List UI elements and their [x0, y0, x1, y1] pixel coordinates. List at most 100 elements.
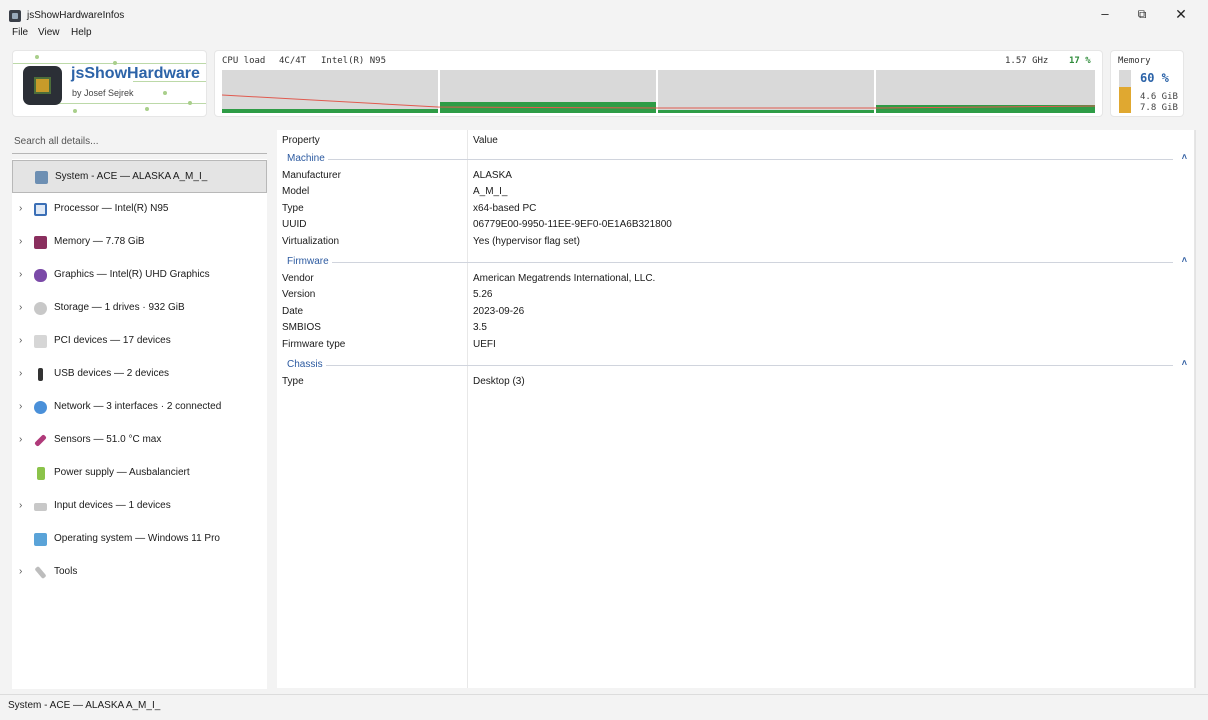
property-name: Manufacturer: [282, 170, 341, 181]
memory-percent: 60 %: [1140, 71, 1169, 85]
storage-icon: [34, 302, 47, 315]
tree-item-input[interactable]: › Input devices — 1 devices: [12, 490, 267, 523]
menu-bar: File View Help: [0, 26, 1208, 42]
close-button[interactable]: ✕: [1163, 3, 1199, 25]
memory-total: 7.8 GiB: [1140, 103, 1178, 113]
property-value: 3.5: [473, 322, 487, 333]
cpu-load-label: CPU load: [222, 56, 266, 66]
property-value: 06779E00-9950-11EE-9EF0-0E1A6B321800: [473, 219, 672, 230]
category-tree: System - ACE — ALASKA A_M_I_ › Processor…: [12, 159, 267, 689]
section-title: Machine: [287, 153, 328, 164]
menu-view[interactable]: View: [38, 27, 60, 38]
collapse-icon[interactable]: ˄: [1182, 358, 1187, 368]
app-name: jsShowHardware: [71, 65, 200, 82]
status-text: System - ACE — ALASKA A_M_I_: [8, 700, 161, 711]
chevron-right-icon: ›: [19, 401, 23, 412]
memory-icon: [34, 236, 47, 249]
cpu-model: Intel(R) N95: [321, 56, 387, 66]
property-value: UEFI: [473, 339, 496, 350]
property-name: Firmware type: [282, 339, 346, 350]
collapse-icon[interactable]: ˄: [1182, 255, 1187, 265]
tree-item-label: Operating system — Windows 11 Pro: [54, 533, 220, 544]
menu-help[interactable]: Help: [71, 27, 92, 38]
property-value: Yes (hypervisor flag set): [473, 236, 580, 247]
tree-item-label: System - ACE — ALASKA A_M_I_: [55, 171, 208, 182]
memory-usage-bar: [1119, 70, 1131, 113]
tree-item-label: Sensors — 51.0 °C max: [54, 434, 162, 445]
tree-item-os[interactable]: Operating system — Windows 11 Pro: [12, 523, 267, 556]
memory-used: 4.6 GiB: [1140, 92, 1178, 102]
menu-file[interactable]: File: [12, 27, 28, 38]
minimize-button[interactable]: –: [1087, 3, 1123, 25]
chevron-right-icon: ›: [19, 269, 23, 280]
property-name: Type: [282, 203, 304, 214]
app-icon: [9, 10, 21, 22]
section-title: Chassis: [287, 359, 326, 370]
column-header-property[interactable]: Property: [282, 135, 320, 146]
tree-item-power[interactable]: Power supply — Ausbalanciert: [12, 457, 267, 490]
logo-card: jsShowHardware by Josef Sejrek: [12, 50, 207, 117]
os-icon: [34, 533, 47, 546]
chevron-right-icon: ›: [19, 236, 23, 247]
tree-item-storage[interactable]: › Storage — 1 drives · 932 GiB: [12, 292, 267, 325]
tree-item-processor[interactable]: › Processor — Intel(R) N95: [12, 193, 267, 226]
column-header-value[interactable]: Value: [473, 135, 498, 146]
system-icon: [35, 171, 48, 184]
tree-item-network[interactable]: › Network — 3 interfaces · 2 connected: [12, 391, 267, 424]
property-value: 2023-09-26: [473, 306, 525, 317]
tree-item-pci[interactable]: › PCI devices — 17 devices: [12, 325, 267, 358]
tree-item-usb[interactable]: › USB devices — 2 devices: [12, 358, 267, 391]
tree-item-label: Storage — 1 drives · 932 GiB: [54, 302, 185, 313]
tree-item-label: Input devices — 1 devices: [54, 500, 171, 511]
sensors-icon: [34, 434, 47, 447]
pci-icon: [34, 335, 47, 348]
title-bar: jsShowHardwareInfos – ⧉ ✕: [0, 0, 1208, 26]
chevron-right-icon: ›: [19, 500, 23, 511]
property-name: UUID: [282, 219, 307, 230]
tree-item-label: Graphics — Intel(R) UHD Graphics: [54, 269, 210, 280]
section-title: Firmware: [287, 256, 332, 267]
keyboard-icon: [34, 503, 47, 511]
chevron-right-icon: ›: [19, 203, 23, 214]
tree-item-graphics[interactable]: › Graphics — Intel(R) UHD Graphics: [12, 259, 267, 292]
property-name: Virtualization: [282, 236, 340, 247]
processor-icon: [34, 203, 47, 216]
chevron-right-icon: ›: [19, 368, 23, 379]
tree-item-tools[interactable]: › Tools: [12, 556, 267, 589]
maximize-button[interactable]: ⧉: [1124, 3, 1160, 25]
property-value: Desktop (3): [473, 376, 525, 387]
cpu-clock: 1.57 GHz: [1005, 56, 1049, 66]
power-icon: [37, 467, 45, 480]
section-chassis: Chassis ˄: [277, 358, 1187, 371]
tree-item-label: USB devices — 2 devices: [54, 368, 170, 379]
network-icon: [34, 401, 47, 414]
collapse-icon[interactable]: ˄: [1182, 152, 1187, 162]
cpu-load-panel: CPU load 4C/4T Intel(R) N95 1.57 GHz 17 …: [214, 50, 1103, 117]
details-panel: Property Value Machine ˄ Manufacturer AL…: [277, 130, 1196, 688]
property-value: A_M_I_: [473, 186, 508, 197]
tree-item-memory[interactable]: › Memory — 7.78 GiB: [12, 226, 267, 259]
memory-panel: Memory 60 % 4.6 GiB 7.8 GiB: [1110, 50, 1184, 117]
cpu-load-percent: 17 %: [1069, 56, 1091, 66]
property-value: ALASKA: [473, 170, 512, 181]
window-title: jsShowHardwareInfos: [27, 10, 125, 21]
cpu-cores-threads: 4C/4T: [279, 56, 307, 66]
app-author: by Josef Sejrek: [72, 88, 134, 98]
property-value: 5.26: [473, 289, 493, 300]
search-input[interactable]: [12, 130, 267, 154]
chevron-right-icon: ›: [19, 302, 23, 313]
tree-item-label: Network — 3 interfaces · 2 connected: [54, 401, 222, 412]
tree-item-system[interactable]: System - ACE — ALASKA A_M_I_: [12, 160, 267, 193]
property-name: Model: [282, 186, 310, 197]
scrollbar[interactable]: [1194, 130, 1195, 688]
section-machine: Machine ˄: [277, 152, 1187, 165]
property-name: Version: [282, 289, 316, 300]
chip-logo-icon: [23, 66, 62, 105]
property-value: x64-based PC: [473, 203, 537, 214]
chevron-right-icon: ›: [19, 566, 23, 577]
status-bar: System - ACE — ALASKA A_M_I_: [0, 694, 1208, 720]
tree-item-sensors[interactable]: › Sensors — 51.0 °C max: [12, 424, 267, 457]
tree-item-label: Processor — Intel(R) N95: [54, 203, 169, 214]
property-value: American Megatrends International, LLC.: [473, 273, 656, 284]
section-firmware: Firmware ˄: [277, 255, 1187, 268]
